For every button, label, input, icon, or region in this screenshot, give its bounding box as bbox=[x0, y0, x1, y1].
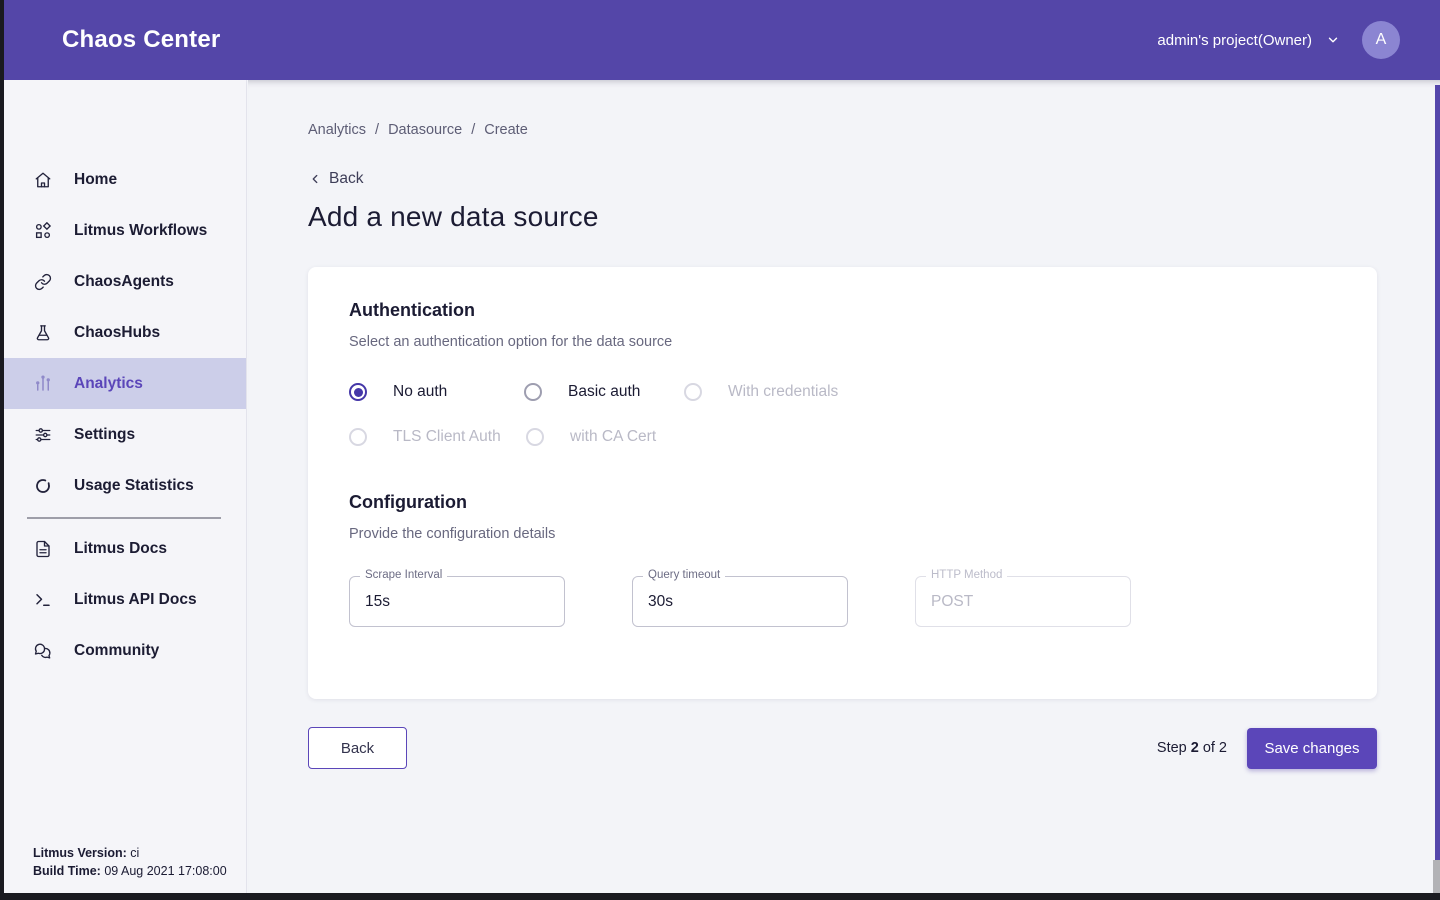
flask-icon bbox=[34, 324, 52, 342]
sidebar-item-label: Litmus API Docs bbox=[74, 591, 197, 609]
page-title: Add a new data source bbox=[308, 201, 1317, 233]
back-button[interactable]: Back bbox=[308, 727, 407, 769]
avatar[interactable]: A bbox=[1362, 21, 1400, 59]
sidebar-item-label: Home bbox=[74, 171, 117, 189]
project-selector[interactable]: admin's project(Owner) bbox=[1157, 32, 1340, 49]
scrape-interval-value[interactable]: 15s bbox=[365, 593, 390, 611]
step-of: of bbox=[1203, 740, 1215, 756]
radio-unselected-icon[interactable] bbox=[524, 383, 542, 401]
radio-with-ca-cert: with CA Cert bbox=[526, 428, 656, 446]
radio-disabled-icon bbox=[526, 428, 544, 446]
usage-loop-icon bbox=[34, 477, 52, 495]
sidebar-item-label: ChaosHubs bbox=[74, 324, 160, 342]
sidebar-item-chaosagents[interactable]: ChaosAgents bbox=[0, 256, 246, 307]
terminal-icon bbox=[34, 591, 52, 609]
step-current: 2 bbox=[1191, 740, 1199, 756]
chat-icon bbox=[34, 642, 52, 660]
radio-label: With credentials bbox=[728, 383, 838, 401]
datasource-form-card: Authentication Select an authentication … bbox=[308, 267, 1377, 699]
home-icon bbox=[34, 171, 52, 189]
back-link-label: Back bbox=[329, 170, 363, 188]
configuration-subtitle: Provide the configuration details bbox=[349, 526, 1336, 542]
sidebar-item-litmus-api-docs[interactable]: Litmus API Docs bbox=[0, 575, 246, 626]
chevron-down-icon bbox=[1326, 33, 1340, 47]
app-header: Chaos Center admin's project(Owner) A bbox=[0, 0, 1440, 80]
radio-tls-client-auth: TLS Client Auth bbox=[349, 428, 526, 446]
sidebar-item-usage-statistics[interactable]: Usage Statistics bbox=[0, 460, 246, 511]
step-total: 2 bbox=[1219, 740, 1227, 756]
radio-label: No auth bbox=[393, 383, 447, 401]
sliders-icon bbox=[34, 426, 52, 444]
query-timeout-value[interactable]: 30s bbox=[648, 593, 673, 611]
project-selector-label: admin's project(Owner) bbox=[1157, 32, 1312, 49]
configuration-title: Configuration bbox=[349, 492, 1336, 513]
sidebar-item-label: Usage Statistics bbox=[74, 477, 194, 495]
app-title: Chaos Center bbox=[62, 26, 220, 54]
sidebar-item-analytics[interactable]: Analytics bbox=[0, 358, 246, 409]
sidebar-item-chaoshubs[interactable]: ChaosHubs bbox=[0, 307, 246, 358]
breadcrumb-analytics[interactable]: Analytics bbox=[308, 122, 366, 138]
radio-no-auth[interactable]: No auth bbox=[349, 383, 524, 401]
configuration-fields: Scrape Interval 15s Query timeout 30s HT… bbox=[349, 576, 1336, 627]
breadcrumb-separator: / bbox=[375, 122, 379, 138]
sidebar-item-litmus-workflows[interactable]: Litmus Workflows bbox=[0, 205, 246, 256]
breadcrumb-datasource[interactable]: Datasource bbox=[388, 122, 462, 138]
sidebar: Home Litmus Workflows ChaosAgents ChaosH… bbox=[0, 80, 247, 900]
radio-label: TLS Client Auth bbox=[393, 428, 501, 446]
http-method-label: HTTP Method bbox=[926, 569, 1007, 581]
screenshot-bottom-edge bbox=[0, 893, 1440, 900]
scrape-interval-label: Scrape Interval bbox=[360, 569, 447, 581]
breadcrumb-create[interactable]: Create bbox=[484, 122, 528, 138]
link-icon bbox=[34, 273, 52, 291]
sidebar-item-home[interactable]: Home bbox=[0, 154, 246, 205]
scrape-interval-field[interactable]: Scrape Interval 15s bbox=[349, 576, 565, 627]
scrollbar-thumb[interactable] bbox=[1435, 85, 1440, 860]
radio-label: Basic auth bbox=[568, 383, 640, 401]
radio-disabled-icon bbox=[349, 428, 367, 446]
auth-options-row-2: TLS Client Auth with CA Cert bbox=[349, 428, 1336, 446]
sidebar-divider bbox=[27, 517, 221, 519]
radio-disabled-icon bbox=[684, 383, 702, 401]
breadcrumb: Analytics / Datasource / Create bbox=[308, 122, 1317, 138]
sidebar-item-label: ChaosAgents bbox=[74, 273, 174, 291]
sidebar-item-litmus-docs[interactable]: Litmus Docs bbox=[0, 524, 246, 575]
radio-selected-icon[interactable] bbox=[349, 383, 367, 401]
bar-chart-icon bbox=[34, 375, 52, 393]
scrollbar-track[interactable] bbox=[1433, 860, 1440, 894]
breadcrumb-separator: / bbox=[471, 122, 475, 138]
main-content: Analytics / Datasource / Create Back Add… bbox=[248, 80, 1440, 900]
chevron-left-icon bbox=[308, 172, 322, 186]
save-changes-button[interactable]: Save changes bbox=[1247, 728, 1377, 769]
sidebar-item-label: Analytics bbox=[74, 375, 143, 393]
document-icon bbox=[34, 540, 52, 558]
sidebar-item-community[interactable]: Community bbox=[0, 626, 246, 677]
query-timeout-field[interactable]: Query timeout 30s bbox=[632, 576, 848, 627]
version-value: ci bbox=[130, 846, 139, 860]
authentication-title: Authentication bbox=[349, 300, 1336, 321]
action-bar: Back Step 2 of 2 Save changes bbox=[308, 727, 1377, 769]
auth-options-row-1: No auth Basic auth With credentials bbox=[349, 383, 1336, 401]
radio-basic-auth[interactable]: Basic auth bbox=[524, 383, 684, 401]
version-label: Litmus Version: bbox=[33, 846, 127, 860]
avatar-letter: A bbox=[1376, 31, 1387, 49]
sidebar-item-label: Litmus Workflows bbox=[74, 222, 207, 240]
build-info: Litmus Version: ci Build Time: 09 Aug 20… bbox=[33, 844, 227, 880]
http-method-field: HTTP Method POST bbox=[915, 576, 1131, 627]
radio-with-credentials: With credentials bbox=[684, 383, 838, 401]
screenshot-left-edge bbox=[0, 0, 4, 900]
sidebar-item-label: Community bbox=[74, 642, 159, 660]
step-indicator: Step 2 of 2 bbox=[1157, 740, 1227, 756]
radio-label: with CA Cert bbox=[570, 428, 656, 446]
query-timeout-label: Query timeout bbox=[643, 569, 725, 581]
workflows-icon bbox=[34, 222, 52, 240]
step-prefix: Step bbox=[1157, 740, 1187, 756]
http-method-value: POST bbox=[931, 593, 973, 611]
sidebar-item-label: Settings bbox=[74, 426, 135, 444]
build-time-label: Build Time: bbox=[33, 864, 101, 878]
sidebar-item-label: Litmus Docs bbox=[74, 540, 167, 558]
back-link[interactable]: Back bbox=[308, 170, 378, 188]
build-time-value: 09 Aug 2021 17:08:00 bbox=[104, 864, 226, 878]
authentication-subtitle: Select an authentication option for the … bbox=[349, 334, 1336, 350]
sidebar-item-settings[interactable]: Settings bbox=[0, 409, 246, 460]
